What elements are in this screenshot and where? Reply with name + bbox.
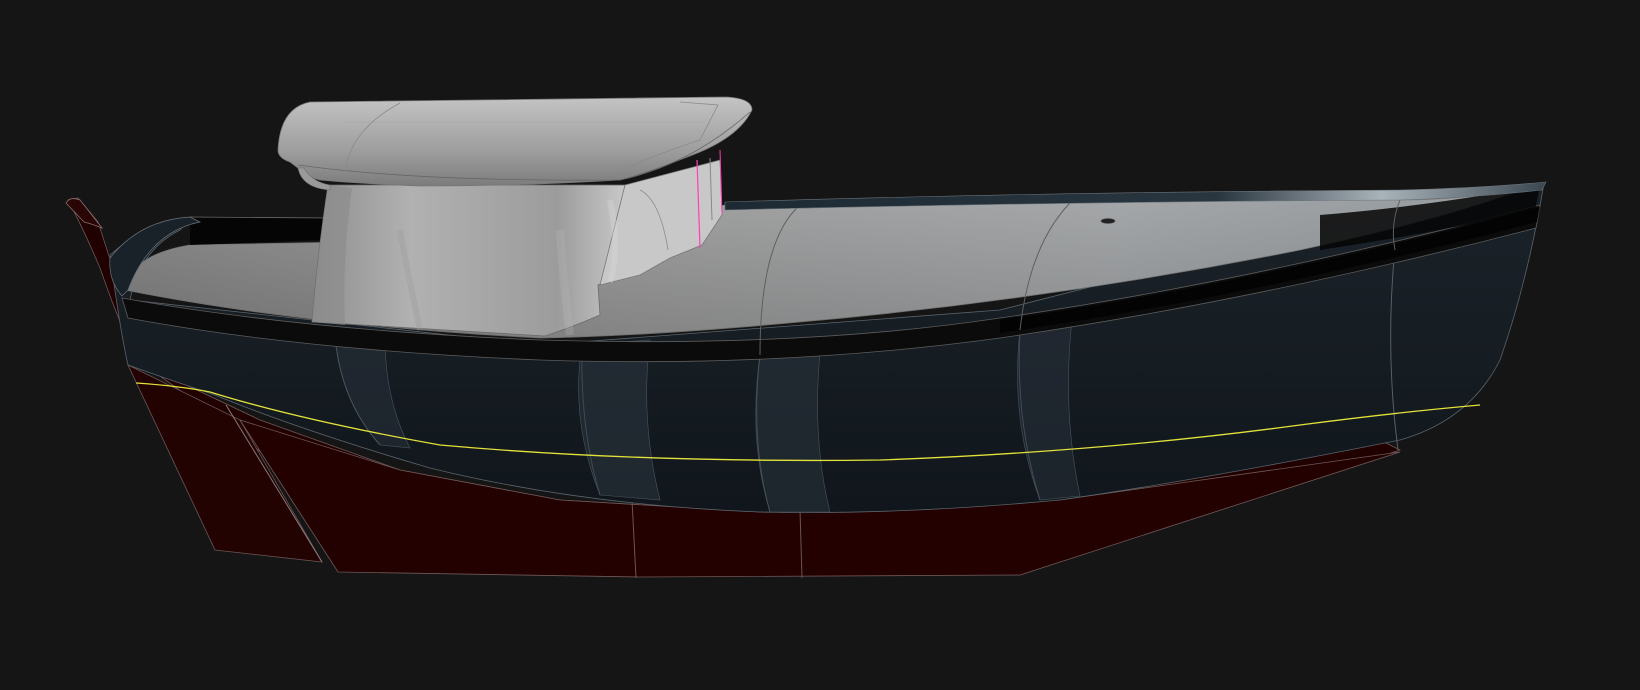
boat-model	[65, 96, 1547, 579]
3d-viewport[interactable]	[0, 0, 1640, 690]
